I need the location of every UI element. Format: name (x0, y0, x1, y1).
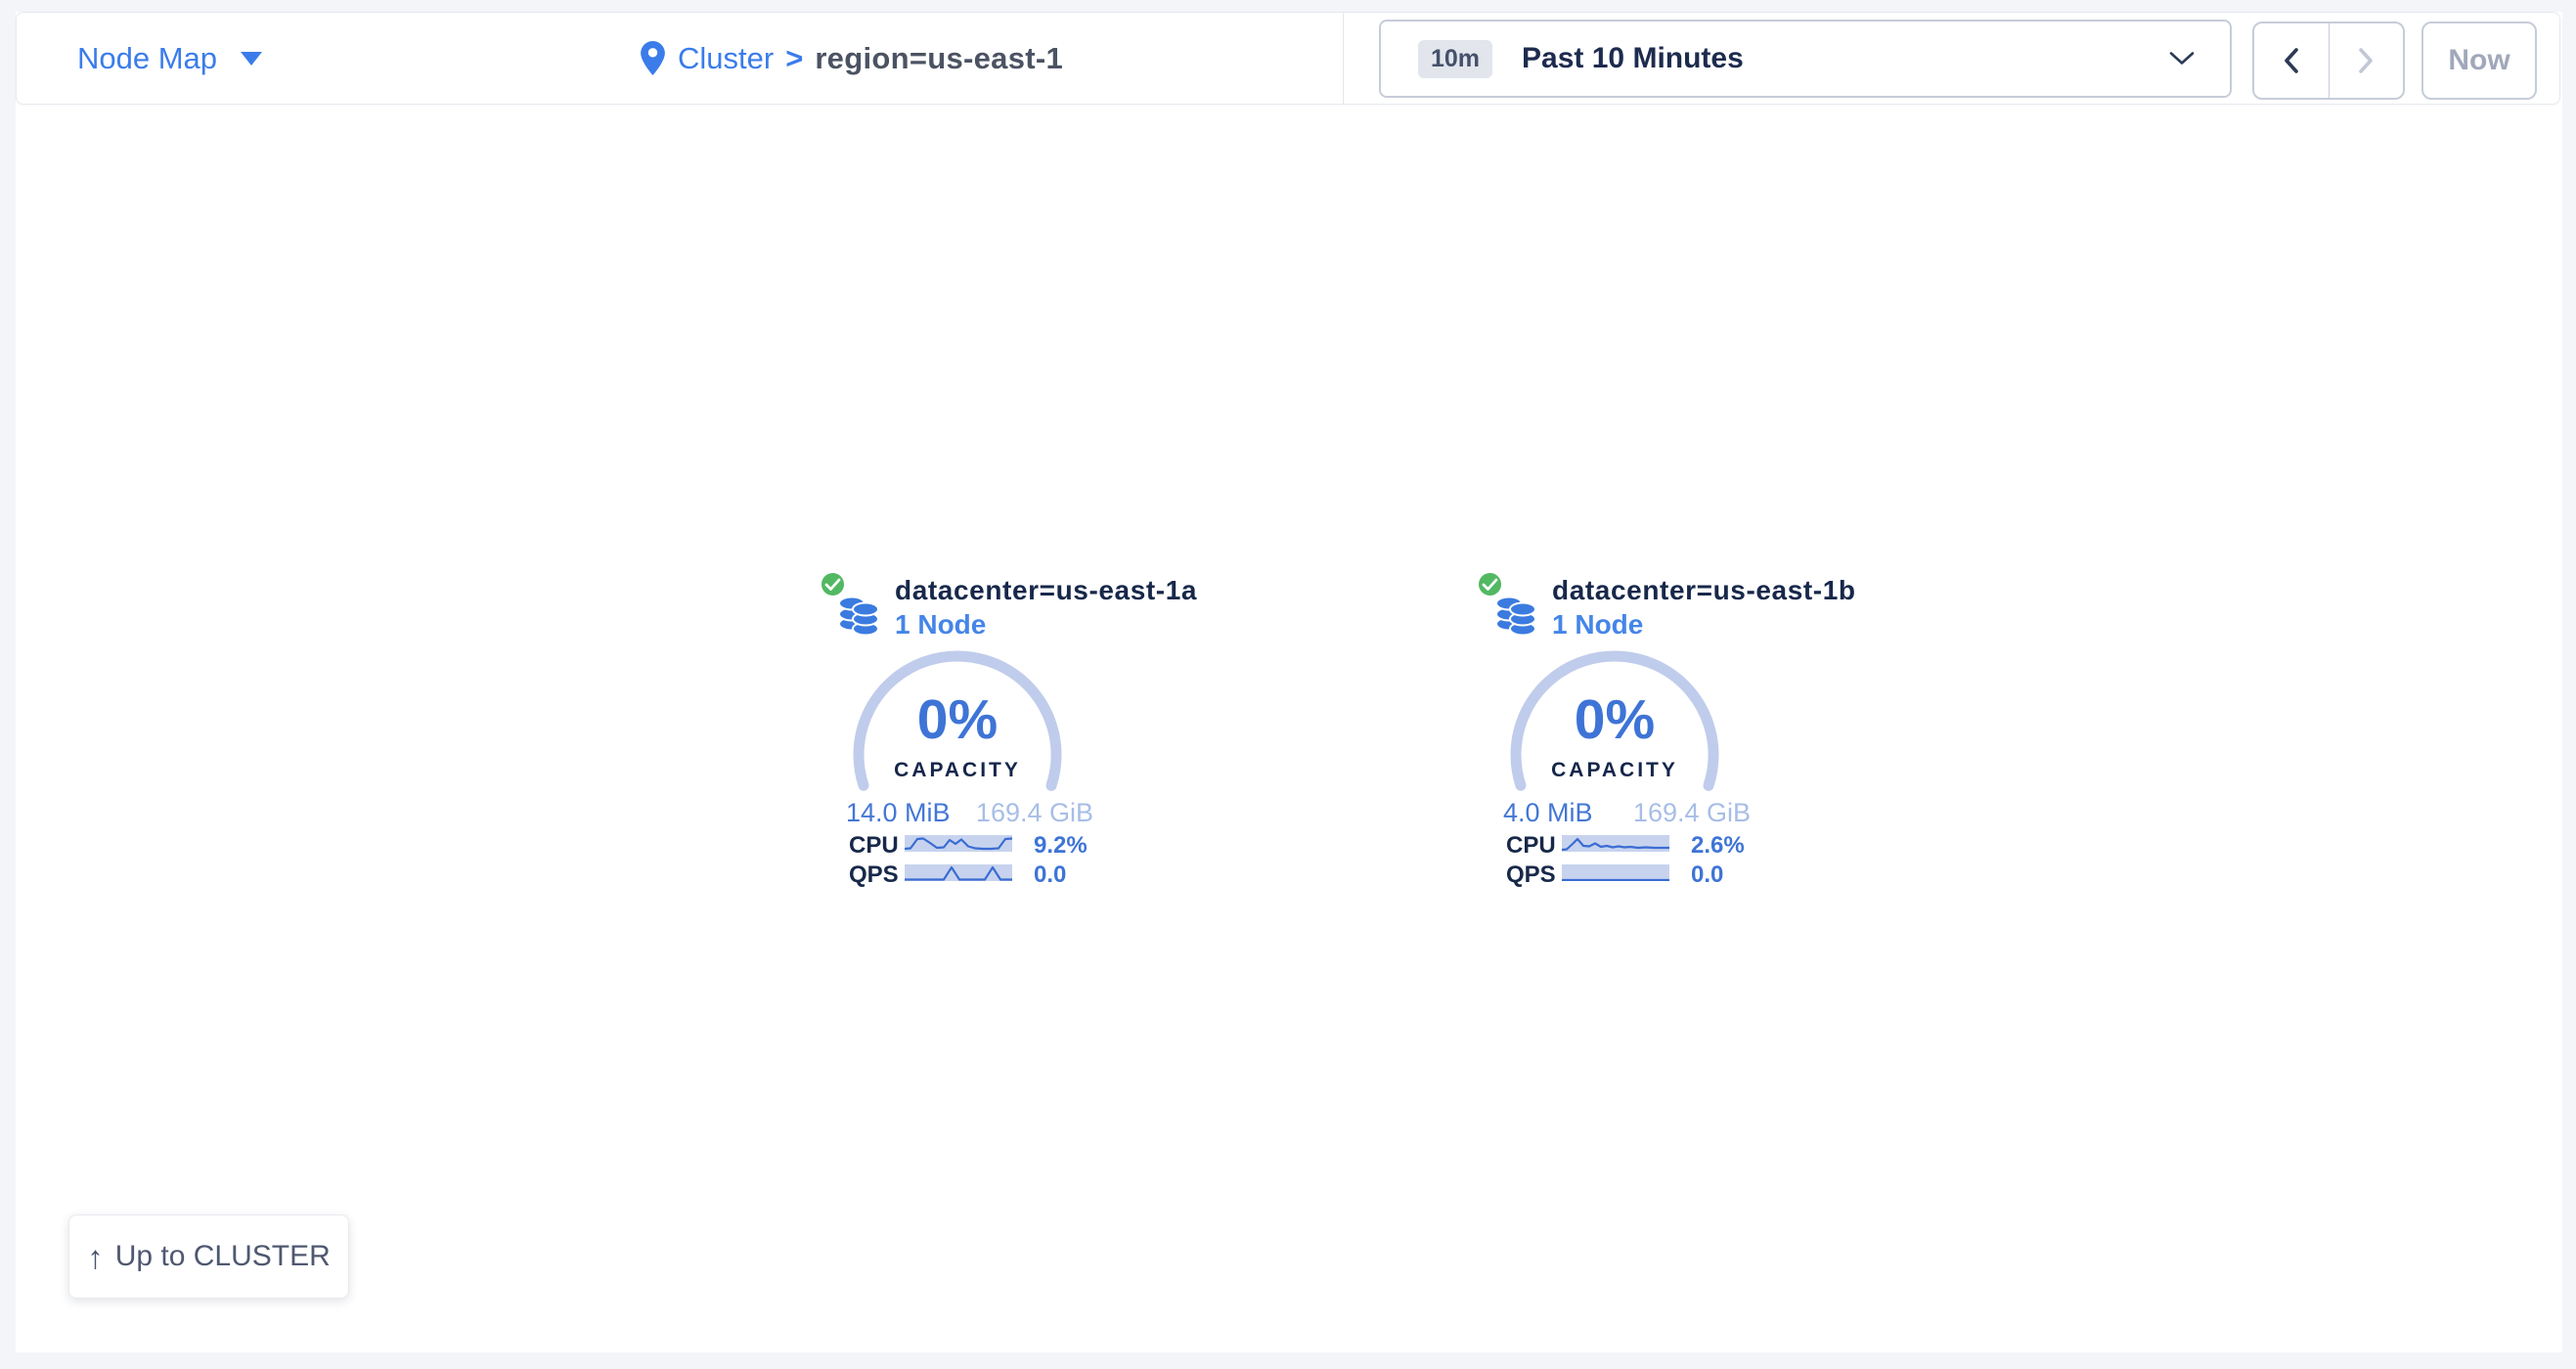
cpu-value: 9.2% (1034, 832, 1088, 860)
now-button[interactable]: Now (2421, 22, 2537, 100)
map-canvas (16, 12, 2562, 1352)
time-range-badge: 10m (1418, 40, 1492, 78)
locality-node-count[interactable]: 1 Node (1552, 609, 1643, 640)
database-icon (1494, 589, 1537, 638)
qps-metric-row: QPS 0.0 (820, 861, 1113, 885)
topbar-divider (1343, 13, 1344, 104)
qps-label: QPS (849, 861, 899, 889)
time-range-select[interactable]: 10m Past 10 Minutes (1379, 20, 2232, 98)
breadcrumb: Cluster > region=us-east-1 (641, 13, 1063, 104)
capacity-percent: 0% (848, 692, 1067, 748)
locality-title: datacenter=us-east-1b (1552, 575, 1856, 606)
capacity-values: 14.0 MiB 169.4 GiB (846, 798, 1093, 828)
capacity-percent: 0% (1505, 692, 1724, 748)
locality-title: datacenter=us-east-1a (895, 575, 1197, 606)
cpu-label: CPU (1506, 832, 1556, 860)
topbar: Node Map Cluster > region=us-east-1 10m … (16, 12, 2560, 105)
qps-value: 0.0 (1691, 861, 1723, 889)
time-prev-button[interactable] (2254, 23, 2330, 98)
breadcrumb-cluster-link[interactable]: Cluster (678, 41, 774, 76)
location-pin-icon (641, 41, 665, 75)
up-to-cluster-label: Up to CLUSTER (115, 1240, 331, 1273)
chevron-left-icon (2281, 47, 2302, 74)
capacity-label: CAPACITY (1505, 759, 1724, 782)
qps-metric-row: QPS 0.0 (1477, 861, 1770, 885)
time-nav-group (2252, 22, 2405, 100)
cpu-sparkline (905, 835, 1012, 852)
capacity-total: 169.4 GiB (976, 798, 1093, 828)
view-selector-label: Node Map (77, 41, 217, 76)
capacity-label: CAPACITY (848, 759, 1067, 782)
time-next-button[interactable] (2330, 23, 2404, 98)
time-range-label: Past 10 Minutes (1522, 42, 1744, 75)
database-icon (837, 589, 880, 638)
capacity-used: 4.0 MiB (1503, 798, 1593, 828)
cpu-sparkline (1562, 835, 1669, 852)
qps-sparkline (905, 864, 1012, 881)
up-to-cluster-button[interactable]: ↑ Up to CLUSTER (68, 1214, 349, 1299)
chevron-down-icon (2169, 52, 2195, 66)
capacity-used: 14.0 MiB (846, 798, 951, 828)
chevron-right-icon (2355, 47, 2376, 74)
cpu-metric-row: CPU 2.6% (1477, 832, 1770, 856)
cpu-metric-row: CPU 9.2% (820, 832, 1113, 856)
qps-value: 0.0 (1034, 861, 1066, 889)
arrow-up-icon: ↑ (87, 1241, 104, 1273)
node-map-screen: Node Map Cluster > region=us-east-1 10m … (0, 0, 2576, 1369)
breadcrumb-separator: > (785, 41, 803, 76)
capacity-total: 169.4 GiB (1633, 798, 1751, 828)
caret-down-icon (241, 52, 262, 66)
locality-node-count[interactable]: 1 Node (895, 609, 986, 640)
cpu-value: 2.6% (1691, 832, 1745, 860)
view-selector-dropdown[interactable]: Node Map (62, 13, 278, 104)
capacity-values: 4.0 MiB 169.4 GiB (1503, 798, 1751, 828)
cpu-label: CPU (849, 832, 899, 860)
qps-sparkline (1562, 864, 1669, 881)
breadcrumb-current: region=us-east-1 (815, 41, 1063, 76)
qps-label: QPS (1506, 861, 1556, 889)
